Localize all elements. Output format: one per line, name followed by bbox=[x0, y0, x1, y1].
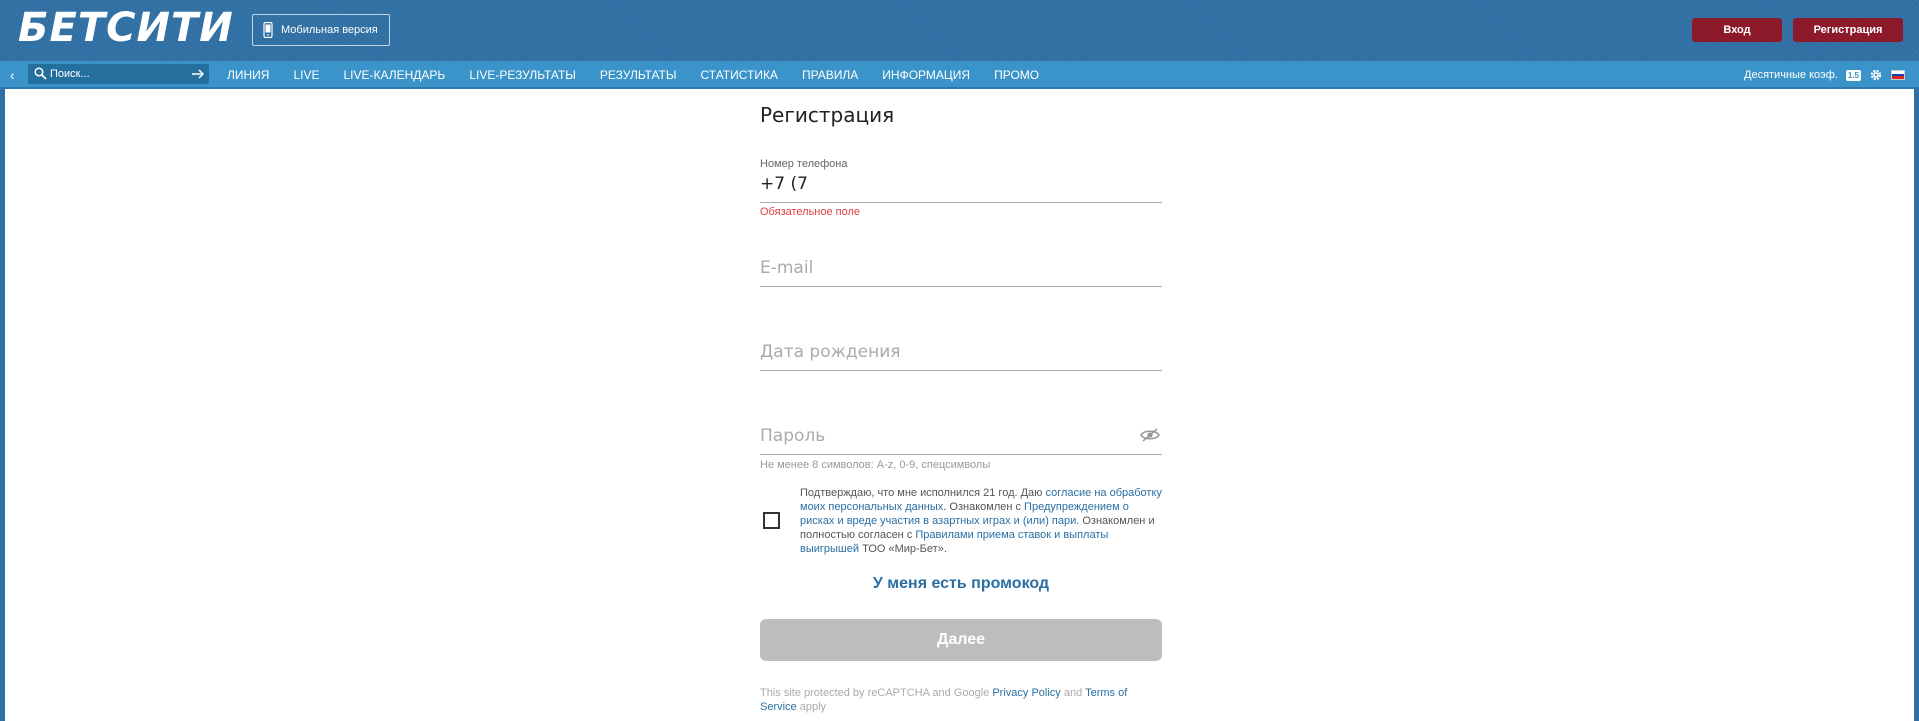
birthdate-underline bbox=[760, 370, 1162, 371]
email-field[interactable]: E-mail bbox=[760, 258, 813, 278]
odds-format-badge[interactable]: 1.5 bbox=[1845, 69, 1861, 81]
mobile-version-button[interactable]: Мобильная версия bbox=[252, 14, 390, 46]
nav-item-statistics[interactable]: СТАТИСТИКА bbox=[689, 61, 790, 89]
page-title: Регистрация bbox=[760, 103, 895, 127]
promo-code-link[interactable]: У меня есть промокод bbox=[760, 575, 1162, 593]
phone-error-text: Обязательное поле bbox=[760, 206, 861, 218]
recaptcha-notice: This site protected by reCAPTCHA and Goo… bbox=[760, 686, 1162, 714]
consent-text-2: . Ознакомлен с bbox=[943, 501, 1025, 513]
nav-item-live-calendar[interactable]: LIVE-КАЛЕНДАРЬ bbox=[331, 61, 457, 89]
main-content: Регистрация Номер телефона +7 (7 Обязате… bbox=[5, 89, 1914, 721]
eye-off-icon[interactable] bbox=[1140, 428, 1160, 442]
nav-item-promo[interactable]: ПРОМО bbox=[982, 61, 1051, 89]
password-hint: Не менее 8 символов: A-z, 0-9, спецсимво… bbox=[760, 459, 991, 471]
gear-icon[interactable] bbox=[1869, 68, 1883, 82]
search-input[interactable] bbox=[50, 64, 180, 84]
betcity-logo[interactable]: БЕТСИТИ bbox=[18, 6, 234, 50]
mobile-phone-icon bbox=[263, 22, 273, 38]
consent-text: Подтверждаю, что мне исполнился 21 год. … bbox=[800, 486, 1164, 556]
nav-menu: ЛИНИЯ LIVE LIVE-КАЛЕНДАРЬ LIVE-РЕЗУЛЬТАТ… bbox=[215, 61, 1051, 89]
odds-format-label[interactable]: Десятичные коэф. bbox=[1744, 69, 1838, 81]
nav-item-live[interactable]: LIVE bbox=[281, 61, 331, 89]
password-underline bbox=[760, 454, 1162, 455]
mobile-version-label: Мобильная версия bbox=[281, 24, 378, 36]
nav-right-controls: Десятичные коэф. 1.5 bbox=[1744, 61, 1905, 89]
arrow-right-icon[interactable] bbox=[191, 67, 205, 81]
nav-item-results[interactable]: РЕЗУЛЬТАТЫ bbox=[588, 61, 689, 89]
consent-text-4: ТОО «Мир-Бет». bbox=[859, 543, 947, 555]
email-underline bbox=[760, 286, 1162, 287]
recaptcha-text-and: and bbox=[1060, 687, 1086, 699]
nav-item-line[interactable]: ЛИНИЯ bbox=[215, 61, 281, 89]
register-button[interactable]: Регистрация bbox=[1793, 18, 1903, 42]
phone-label: Номер телефона bbox=[760, 158, 848, 170]
search-icon bbox=[34, 67, 47, 80]
chevron-left-icon[interactable]: ‹ bbox=[10, 65, 24, 85]
privacy-policy-link[interactable]: Privacy Policy bbox=[992, 687, 1060, 699]
phone-underline bbox=[760, 202, 1162, 203]
phone-field[interactable]: +7 (7 bbox=[760, 174, 808, 194]
top-header: БЕТСИТИ Мобильная версия Вход Регистраци… bbox=[0, 0, 1919, 61]
birthdate-field[interactable]: Дата рождения bbox=[760, 342, 901, 362]
login-button[interactable]: Вход bbox=[1692, 18, 1782, 42]
consent-checkbox[interactable] bbox=[763, 512, 780, 529]
recaptcha-text-2: apply bbox=[796, 701, 827, 713]
nav-item-live-results[interactable]: LIVE-РЕЗУЛЬТАТЫ bbox=[457, 61, 588, 89]
recaptcha-text-1: This site protected by reCAPTCHA and Goo… bbox=[760, 687, 993, 699]
password-field[interactable]: Пароль bbox=[760, 426, 825, 446]
nav-item-info[interactable]: ИНФОРМАЦИЯ bbox=[870, 61, 982, 89]
search-box bbox=[28, 64, 209, 84]
consent-text-1: Подтверждаю, что мне исполнился 21 год. … bbox=[800, 487, 1046, 499]
nav-item-rules[interactable]: ПРАВИЛА bbox=[790, 61, 870, 89]
next-button[interactable]: Далее bbox=[760, 619, 1162, 661]
russian-flag-icon[interactable] bbox=[1891, 70, 1905, 80]
main-navbar: ‹ ЛИНИЯ LIVE LIVE-КАЛЕНДАРЬ LIVE-РЕЗУЛЬТ… bbox=[0, 61, 1919, 89]
